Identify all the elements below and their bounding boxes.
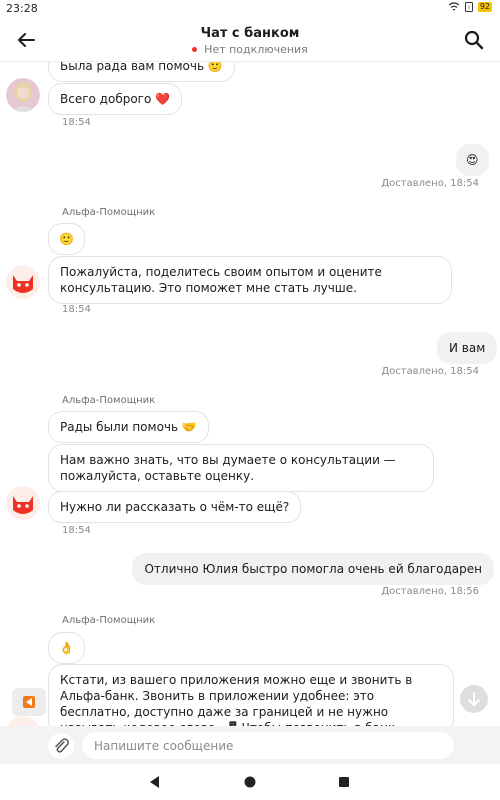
delivery-status: Доставлено, 18:56: [381, 586, 479, 597]
chat-screen: 23:28 ! 92 Чат с банком Нет подключения …: [0, 0, 500, 800]
sender-name: Альфа-Помощник: [62, 395, 156, 406]
nav-back-icon[interactable]: [146, 773, 164, 791]
assistant-avatar: [6, 486, 40, 520]
operator-avatar: [6, 78, 40, 112]
assistant-avatar: [6, 265, 40, 299]
attach-button[interactable]: [48, 733, 74, 759]
wifi-icon: [448, 2, 460, 11]
chat-title: Чат с банком: [200, 26, 300, 41]
message-time: 18:54: [62, 304, 91, 315]
status-icons: ! 92: [448, 2, 492, 12]
message-bubble[interactable]: 👌: [48, 632, 85, 664]
outgoing-message-bubble[interactable]: Отлично Юлия быстро помогла очень ей бла…: [132, 553, 494, 585]
nav-home-icon[interactable]: [241, 773, 259, 791]
message-bubble[interactable]: Нужно ли рассказать о чём-то ещё?: [48, 491, 302, 523]
message-bubble[interactable]: Пожалуйста, поделитесь своим опытом и оц…: [48, 256, 452, 304]
outgoing-message-bubble[interactable]: И вам: [437, 332, 498, 364]
delivery-status: Доставлено, 18:54: [381, 178, 479, 189]
sender-name: Альфа-Помощник: [62, 207, 156, 218]
nav-recents-icon[interactable]: [335, 773, 353, 791]
message-bubble[interactable]: Нам важно знать, что вы думаете о консул…: [48, 444, 434, 492]
paperclip-icon: [55, 738, 69, 753]
scroll-down-button[interactable]: [460, 685, 488, 713]
message-bubble[interactable]: Всего доброго ❤️: [48, 83, 183, 115]
delivery-status: Доставлено, 18:54: [381, 366, 479, 377]
sim-icon: !: [464, 2, 473, 12]
connection-status: Нет подключения: [0, 43, 500, 56]
system-nav-bar: [0, 764, 500, 800]
search-icon[interactable]: [462, 28, 486, 52]
status-dot: [192, 46, 198, 52]
outgoing-message-bubble[interactable]: 😍: [456, 144, 489, 176]
play-icon: [23, 696, 35, 708]
message-composer: [0, 726, 500, 764]
message-time: 18:54: [62, 525, 91, 536]
sender-name: Альфа-Помощник: [62, 615, 156, 626]
message-bubble[interactable]: Кстати, из вашего приложения можно еще и…: [48, 664, 454, 734]
voice-playback-button[interactable]: [12, 688, 46, 716]
chat-header: Чат с банком Нет подключения: [0, 18, 500, 62]
battery-indicator: 92: [477, 2, 492, 12]
message-bubble[interactable]: Рады были помочь 🤝: [48, 411, 209, 443]
connection-status-label: Нет подключения: [204, 43, 308, 56]
message-bubble[interactable]: 🙂: [48, 223, 85, 255]
message-time: 18:54: [62, 117, 91, 128]
arrow-down-icon: [468, 692, 480, 706]
status-bar: 23:28 ! 92: [0, 0, 500, 18]
message-input[interactable]: [82, 732, 454, 759]
status-time: 23:28: [6, 2, 38, 15]
